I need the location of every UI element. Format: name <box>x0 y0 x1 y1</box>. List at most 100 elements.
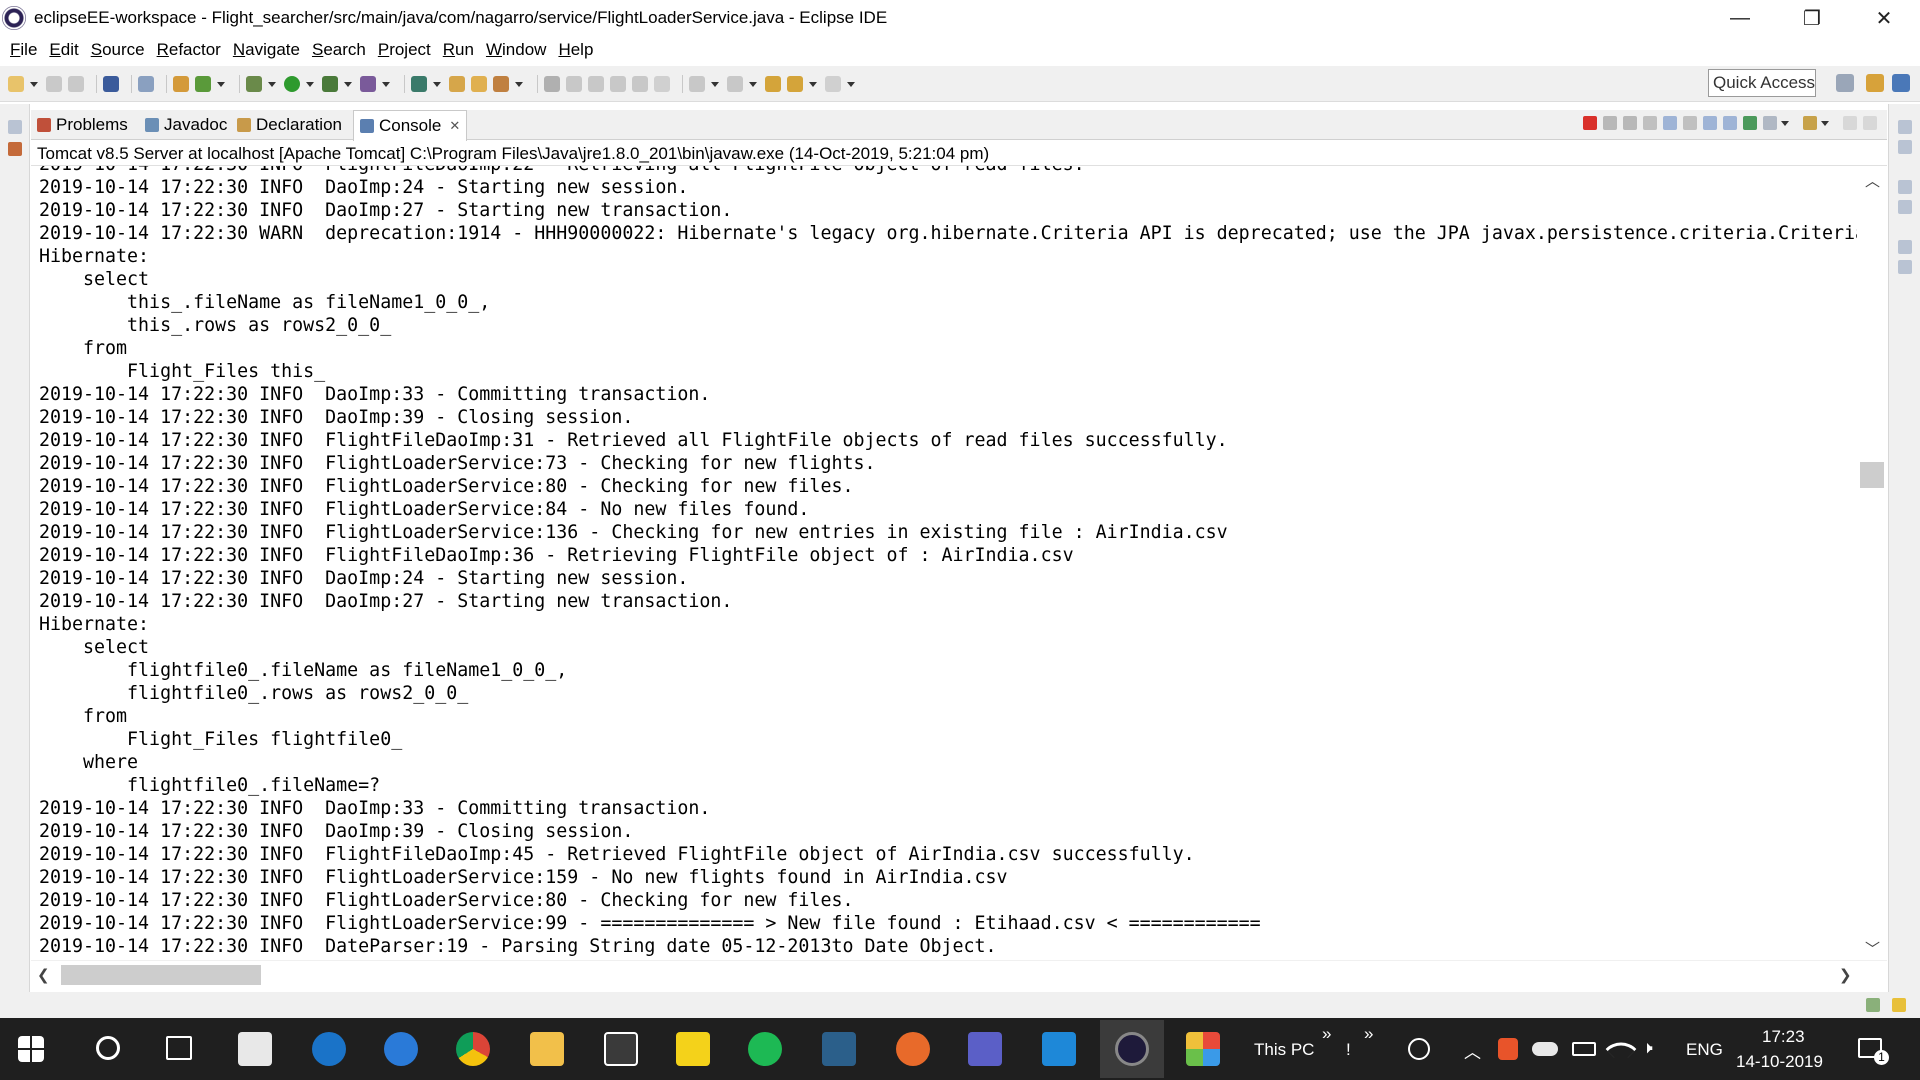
scroll-left-icon[interactable]: ❮ <box>37 966 50 984</box>
scroll-up-icon[interactable]: ︿ <box>1865 170 1880 191</box>
run-icon[interactable] <box>284 76 300 92</box>
remove-all-launches-icon[interactable] <box>1623 116 1637 130</box>
restore-icon[interactable] <box>1898 120 1912 134</box>
this-pc-toolbar[interactable]: This PC <box>1254 1040 1314 1060</box>
chevron-down-icon[interactable] <box>847 81 855 87</box>
word-wrap-icon[interactable] <box>1683 116 1697 130</box>
language-indicator[interactable]: ENG <box>1686 1040 1723 1060</box>
coverage-icon[interactable] <box>322 76 338 92</box>
open-folder-icon[interactable] <box>471 76 487 92</box>
chevron-down-icon[interactable] <box>749 81 757 87</box>
project-explorer-icon[interactable] <box>8 142 22 156</box>
scrollbar-thumb[interactable] <box>61 965 261 985</box>
teams-icon[interactable] <box>968 1032 1002 1066</box>
quick-access-input[interactable]: Quick Access <box>1708 69 1816 97</box>
scroll-lock-icon[interactable] <box>1663 116 1677 130</box>
clock-date[interactable]: 14-10-2019 <box>1736 1052 1823 1072</box>
next-annotation-icon[interactable] <box>689 76 705 92</box>
open-console-icon[interactable] <box>1803 116 1817 130</box>
tab-console[interactable]: Console ✕ <box>353 110 468 141</box>
menu-edit[interactable]: Edit <box>43 40 84 60</box>
block-select-icon[interactable] <box>610 76 626 92</box>
forward-icon[interactable] <box>825 76 841 92</box>
chrome-icon[interactable] <box>456 1032 490 1066</box>
task-list-icon[interactable] <box>1898 200 1912 214</box>
chevron-down-icon[interactable] <box>809 81 817 87</box>
close-icon[interactable]: ✕ <box>449 118 460 134</box>
highlight-icon[interactable] <box>566 76 582 92</box>
scroll-down-icon[interactable]: ﹀ <box>1865 938 1880 959</box>
save-all-icon[interactable] <box>68 76 84 92</box>
clear-console-icon[interactable] <box>1643 116 1657 130</box>
chevron-down-icon[interactable] <box>344 81 352 87</box>
chevron-down-icon[interactable] <box>268 81 276 87</box>
firefox-icon[interactable] <box>384 1032 418 1066</box>
postman-icon[interactable] <box>896 1032 930 1066</box>
chevron-down-icon[interactable] <box>711 81 719 87</box>
save-icon[interactable] <box>46 76 62 92</box>
tab-declaration[interactable]: Declaration <box>237 110 342 140</box>
restore-icon[interactable] <box>1898 180 1912 194</box>
office-icon[interactable] <box>1498 1038 1518 1060</box>
restore-icon[interactable] <box>8 120 22 134</box>
onedrive-icon[interactable] <box>1532 1042 1558 1056</box>
mark-occurrences-icon[interactable] <box>588 76 604 92</box>
toolbar-exclaim[interactable]: ! <box>1346 1040 1351 1060</box>
servers-icon[interactable] <box>1898 260 1912 274</box>
debug-perspective-icon[interactable] <box>1892 74 1910 92</box>
chevron-down-icon[interactable] <box>515 81 523 87</box>
last-edit-icon[interactable] <box>765 76 781 92</box>
menu-project[interactable]: Project <box>372 40 437 60</box>
pencil-icon[interactable] <box>493 76 509 92</box>
back-icon[interactable] <box>787 76 803 92</box>
menu-search[interactable]: Search <box>306 40 372 60</box>
prev-annotation-icon[interactable] <box>727 76 743 92</box>
wifi-icon[interactable] <box>1605 1033 1637 1065</box>
chevron-down-icon[interactable] <box>306 81 314 87</box>
mail-icon[interactable] <box>238 1032 272 1066</box>
menu-refactor[interactable]: Refactor <box>151 40 227 60</box>
search-icon[interactable] <box>96 1036 120 1060</box>
store-icon[interactable] <box>604 1032 638 1066</box>
menu-window[interactable]: Window <box>480 40 552 60</box>
spotify-icon[interactable] <box>748 1032 782 1066</box>
file-explorer-icon[interactable] <box>530 1032 564 1066</box>
edge-icon[interactable] <box>312 1032 346 1066</box>
tray-chevron-up-icon[interactable]: ︿ <box>1464 1038 1481 1063</box>
display-console-icon[interactable] <box>1763 116 1777 130</box>
update-icon[interactable] <box>1866 998 1880 1012</box>
tab-problems[interactable]: Problems <box>37 110 128 140</box>
toolbar-chevron-icon[interactable]: » <box>1322 1024 1331 1044</box>
chevron-down-icon[interactable] <box>1821 120 1829 126</box>
menu-file[interactable]: File <box>4 40 43 60</box>
clock-time[interactable]: 17:23 <box>1762 1027 1805 1047</box>
java-ee-perspective-icon[interactable] <box>1866 74 1884 92</box>
minimize-view-icon[interactable] <box>1843 116 1857 130</box>
sticky-notes-icon[interactable] <box>676 1032 710 1066</box>
scrollbar-thumb[interactable] <box>1860 462 1884 488</box>
menu-help[interactable]: Help <box>552 40 599 60</box>
menu-navigate[interactable]: Navigate <box>227 40 306 60</box>
show-whitespace-icon[interactable] <box>632 76 648 92</box>
console-output[interactable]: 2019-10-14 17:22:30 INFO FlightFileDaoIm… <box>31 166 1857 960</box>
show-on-stdout-icon[interactable] <box>1703 116 1717 130</box>
skip-breakpoints-icon[interactable] <box>138 76 154 92</box>
toolbar-chevron-icon[interactable]: » <box>1364 1024 1373 1044</box>
open-type-icon[interactable] <box>449 76 465 92</box>
menu-run[interactable]: Run <box>437 40 480 60</box>
maximize-button[interactable]: ❐ <box>1776 0 1848 36</box>
close-button[interactable]: ✕ <box>1848 0 1920 36</box>
refresh-icon[interactable] <box>195 76 211 92</box>
maximize-view-icon[interactable] <box>1863 116 1877 130</box>
git-icon[interactable] <box>1186 1032 1220 1066</box>
paragraph-icon[interactable] <box>654 76 670 92</box>
external-tools-icon[interactable] <box>360 76 376 92</box>
terminal-icon[interactable] <box>103 76 119 92</box>
chevron-down-icon[interactable] <box>382 81 390 87</box>
vertical-scrollbar[interactable]: ︿ ﹀ <box>1857 166 1887 960</box>
new-icon[interactable] <box>8 76 24 92</box>
menu-source[interactable]: Source <box>85 40 151 60</box>
vscode-icon[interactable] <box>1042 1032 1076 1066</box>
server-icon[interactable] <box>173 76 189 92</box>
restore-icon[interactable] <box>1898 240 1912 254</box>
